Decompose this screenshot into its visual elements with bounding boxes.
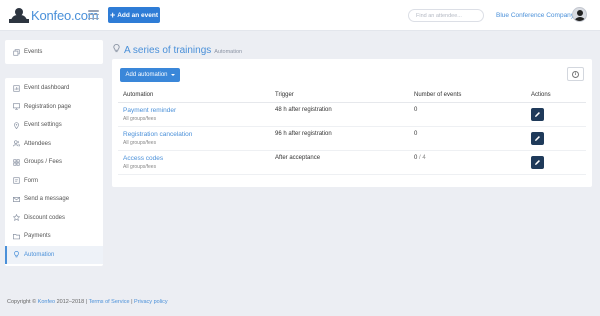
privacy-link[interactable]: Privacy policy	[134, 299, 168, 305]
top-bar: Konfeo.com + Add an event Blue Conferenc…	[0, 0, 600, 31]
copy-icon	[13, 48, 20, 56]
add-automation-label: Add automation	[125, 72, 168, 78]
sidebar-item-label: Attendees	[24, 140, 52, 147]
terms-link[interactable]: Terms of Service	[89, 299, 130, 305]
automation-name-link[interactable]: Registration cancelation	[123, 131, 270, 138]
sidebar-events-panel: Events	[5, 40, 103, 64]
attendee-search[interactable]	[408, 9, 484, 22]
avatar[interactable]	[572, 7, 587, 22]
automation-name-link[interactable]: Access codes	[123, 155, 270, 162]
add-event-button[interactable]: + Add an event	[108, 7, 160, 23]
add-automation-button[interactable]: Add automation	[120, 68, 180, 82]
footer: Copyright © Konfeo 2012–2018 | Terms of …	[7, 299, 168, 305]
column-header: Actions	[526, 89, 586, 103]
lightbulb-icon	[13, 251, 20, 258]
logo[interactable]: Konfeo.com	[9, 6, 99, 24]
footer-separator: |	[131, 299, 133, 305]
automation-scope: All groups/fees	[123, 115, 157, 122]
sidebar-item-payments[interactable]: Payments	[5, 227, 103, 246]
folder-icon	[13, 233, 20, 240]
sidebar-item-automation[interactable]: Automation	[5, 245, 103, 264]
hamburger-menu-icon[interactable]	[88, 10, 99, 19]
trigger-cell: 48 h after registration	[270, 102, 409, 127]
event-count: 0	[414, 106, 418, 113]
pencil-icon	[535, 159, 540, 165]
pencil-icon	[535, 111, 540, 117]
copyright-text: Copyright ©	[7, 299, 37, 305]
info-button[interactable]: i	[567, 67, 584, 81]
column-header: Automation	[118, 89, 270, 103]
sidebar-item-label: Form	[24, 177, 38, 184]
sidebar-item-label: Discount codes	[24, 214, 66, 221]
envelope-icon	[13, 196, 20, 203]
edit-button[interactable]	[531, 131, 544, 145]
sidebar-item-form[interactable]: Form	[5, 172, 103, 191]
lightbulb-icon	[112, 44, 121, 55]
event-count: 0	[414, 154, 418, 161]
edit-button[interactable]	[531, 155, 544, 169]
sidebar-item-attendees[interactable]: Attendees	[5, 135, 103, 154]
search-input[interactable]	[409, 10, 483, 21]
table-row: Registration cancelation All groups/fees…	[118, 126, 586, 151]
monitor-icon	[13, 103, 20, 110]
sidebar-item-event-settings[interactable]: Event settings	[5, 116, 103, 135]
groups-icon	[13, 159, 20, 166]
add-event-label: Add an event	[117, 11, 159, 19]
copyright-years: 2012–2018 |	[56, 299, 88, 305]
sidebar-item-events[interactable]: Events	[5, 40, 103, 64]
event-title: A series of trainings	[124, 45, 212, 56]
page-subtitle: Automation	[214, 49, 243, 55]
sidebar-item-groups-fees[interactable]: Groups / Fees	[5, 153, 103, 172]
info-icon: i	[572, 70, 579, 78]
logo-mark-icon	[9, 7, 29, 23]
sidebar-item-discount-codes[interactable]: Discount codes	[5, 209, 103, 228]
sidebar-item-label: Events	[24, 49, 43, 55]
trigger-cell: 96 h after registration	[270, 126, 409, 151]
sidebar-item-label: Payments	[24, 233, 51, 240]
automation-panel: Add automation i Automation Trigger Numb…	[112, 59, 592, 187]
star-icon	[13, 214, 20, 222]
sidebar-item-label: Groups / Fees	[24, 159, 63, 166]
trigger-cell: After acceptance	[270, 150, 409, 175]
table-row: Access codes All groups/fees After accep…	[118, 150, 586, 175]
sidebar-item-event-dashboard[interactable]: Event dashboard	[5, 79, 103, 98]
sidebar-item-send-message[interactable]: Send a message	[5, 190, 103, 209]
company-name[interactable]: Blue Conference Company	[496, 12, 574, 19]
caret-down-icon	[170, 74, 175, 76]
form-icon	[13, 177, 20, 184]
sidebar-nav: Event dashboard Registration page Event …	[5, 78, 103, 266]
brand-link[interactable]: Konfeo	[38, 299, 55, 305]
automation-scope: All groups/fees	[123, 163, 157, 170]
sidebar-item-label: Automation	[24, 251, 55, 258]
plus-icon: +	[109, 9, 116, 20]
page-title: A series of trainings Automation	[112, 44, 242, 56]
table-header-row: Automation Trigger Number of events Acti…	[118, 89, 586, 103]
event-total: / 4	[419, 154, 426, 161]
dashboard-icon	[13, 85, 20, 92]
users-icon	[13, 140, 20, 147]
pencil-icon	[535, 135, 540, 141]
edit-button[interactable]	[531, 107, 544, 121]
automation-table: Automation Trigger Number of events Acti…	[118, 89, 586, 175]
sidebar-item-label: Event settings	[24, 122, 62, 129]
column-header: Trigger	[270, 89, 409, 103]
sidebar-item-label: Event dashboard	[24, 85, 70, 92]
sidebar-item-label: Registration page	[24, 103, 72, 110]
sidebar-item-label: Send a message	[24, 196, 70, 203]
event-count: 0	[414, 130, 418, 137]
automation-name-link[interactable]: Payment reminder	[123, 107, 270, 114]
location-pin-icon	[13, 122, 20, 129]
table-row: Payment reminder All groups/fees 48 h af…	[118, 102, 586, 127]
column-header: Number of events	[409, 89, 526, 103]
automation-scope: All groups/fees	[123, 139, 157, 146]
sidebar-item-registration-page[interactable]: Registration page	[5, 98, 103, 117]
